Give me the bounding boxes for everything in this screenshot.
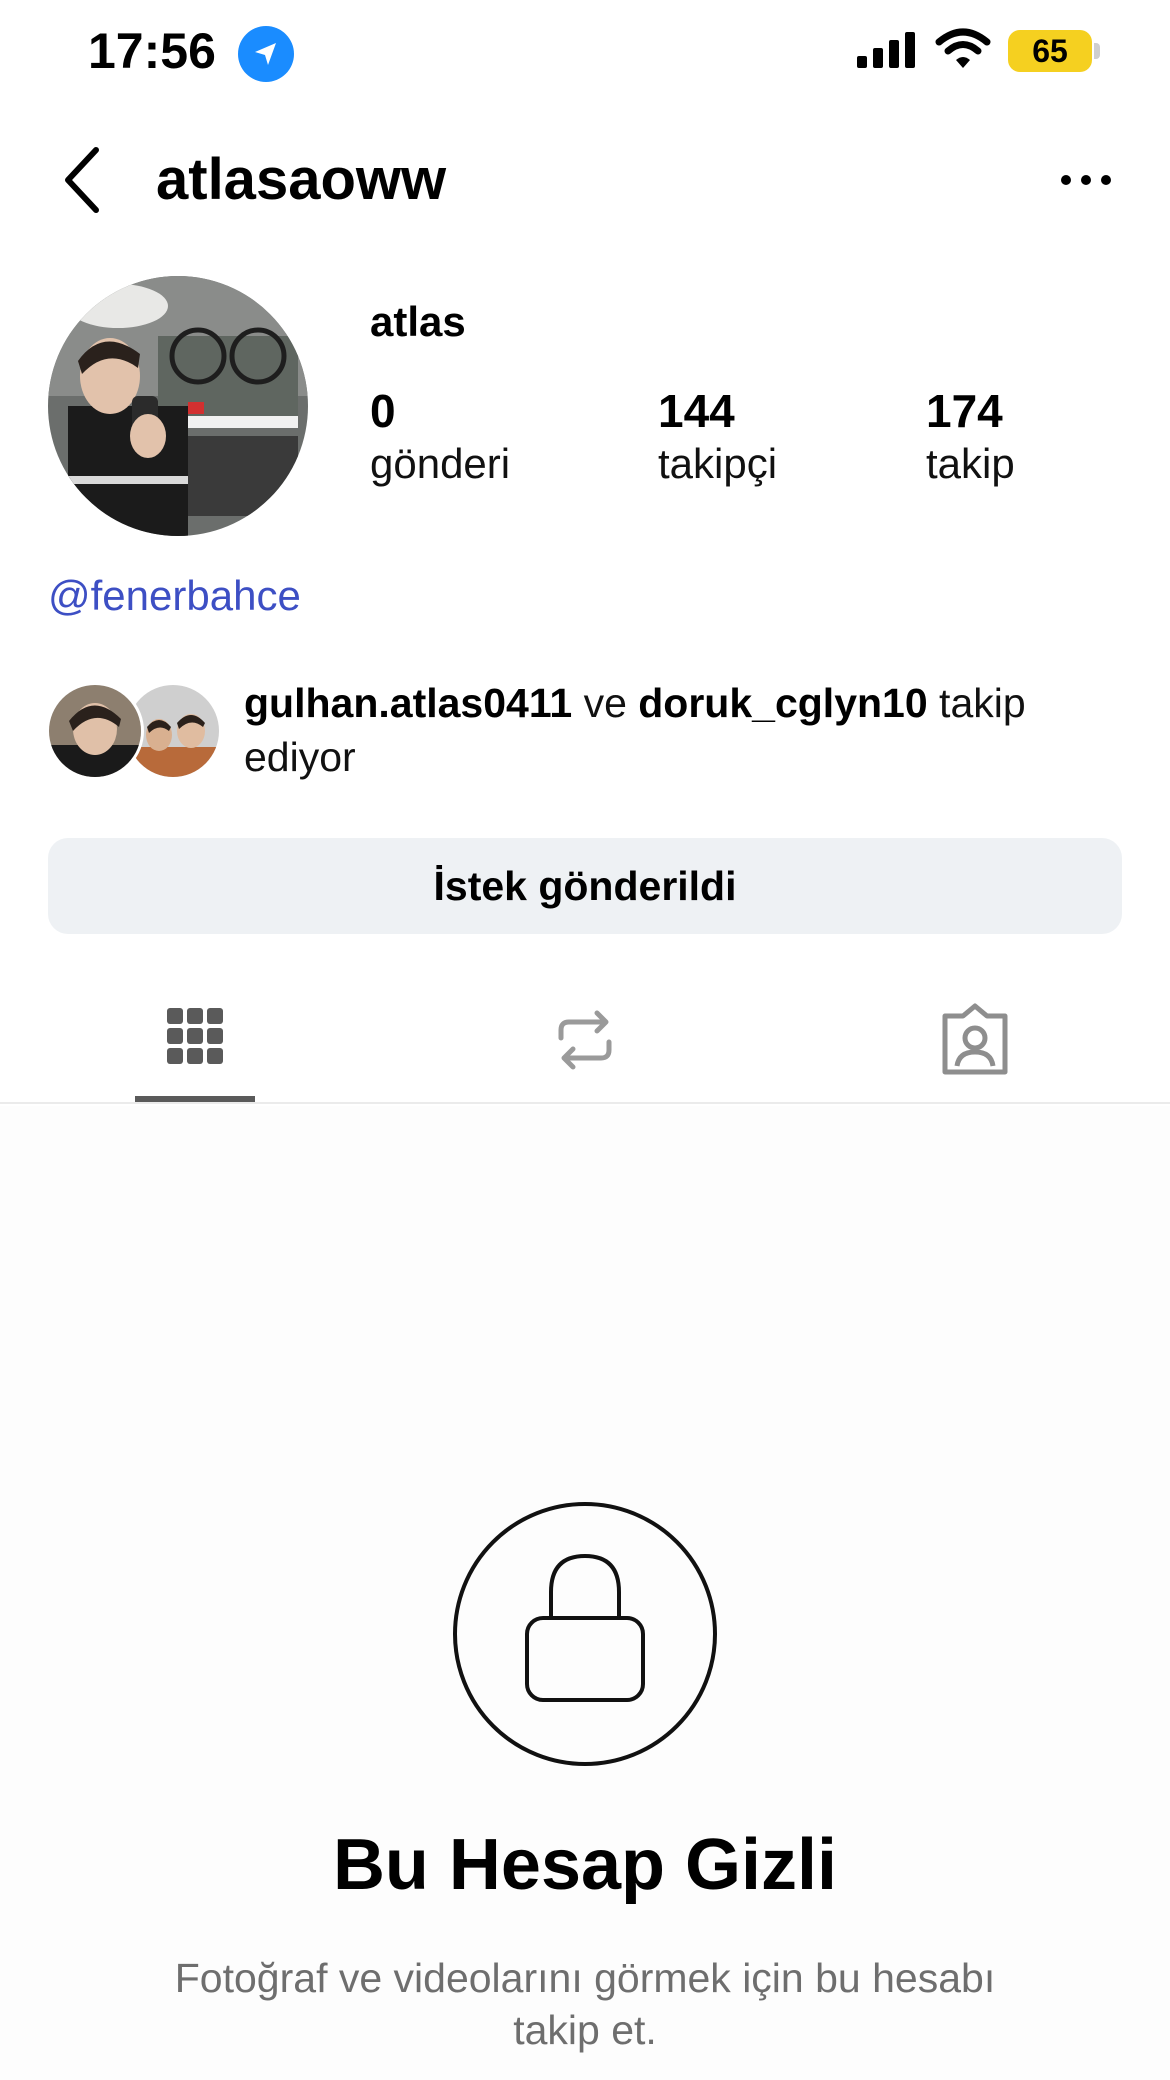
lock-icon [453, 1502, 717, 1766]
more-options-button[interactable] [1058, 170, 1114, 190]
private-account-section: Bu Hesap Gizli Fotoğraf ve videolarını g… [0, 1106, 1170, 2080]
back-button[interactable] [56, 140, 116, 220]
posts-count-value: 0 [370, 385, 396, 437]
mutual-followers-text[interactable]: gulhan.atlas0411 ve doruk_cglyn10 takip … [244, 676, 1134, 784]
chevron-left-icon [65, 147, 99, 213]
grid-icon [167, 1008, 223, 1064]
profile-display-name: atlas [370, 298, 466, 345]
following-count-value: 174 [926, 385, 1003, 437]
tab-tagged[interactable] [915, 1000, 1035, 1080]
mutual-follower-avatar [46, 682, 144, 780]
following-count-label: takip [926, 440, 1015, 487]
status-bar: 17:56 65 [0, 0, 1170, 100]
battery-tip [1094, 43, 1100, 59]
profile-avatar[interactable] [48, 276, 308, 536]
active-tab-indicator [135, 1096, 255, 1102]
followers-count[interactable]: 144 takipçi [658, 384, 777, 488]
mutual-followers-avatars[interactable] [46, 682, 226, 782]
tagged-person-icon [942, 1003, 1008, 1075]
followers-count-value: 144 [658, 385, 735, 437]
bio-mention-link[interactable]: @fenerbahce [48, 572, 301, 620]
wifi-icon [935, 28, 991, 75]
tab-reposts[interactable] [525, 1000, 645, 1080]
followers-count-label: takipçi [658, 440, 778, 487]
repost-icon [558, 1010, 612, 1070]
private-account-title: Bu Hesap Gizli [332, 1825, 838, 1905]
profile-tabbar [0, 980, 1170, 1104]
more-horizontal-icon [1061, 175, 1111, 185]
battery-level: 65 [1032, 33, 1068, 69]
mutual-follower-2[interactable]: doruk_cglyn10 [638, 680, 927, 726]
posts-count-label: gönderi [370, 440, 511, 487]
mutual-connector: ve [572, 680, 639, 726]
location-arrow-icon [238, 26, 294, 82]
battery-icon: 65 [1008, 30, 1092, 72]
following-count[interactable]: 174 takip [926, 384, 1015, 488]
header-username: atlasaoww [156, 147, 447, 212]
status-time: 17:56 [88, 23, 216, 79]
mutual-follower-1[interactable]: gulhan.atlas0411 [244, 680, 572, 726]
cellular-signal-icon [855, 30, 919, 75]
follow-request-sent-button[interactable]: İstek gönderildi [48, 838, 1122, 934]
private-account-description: Fotoğraf ve videolarını görmek için bu h… [174, 1955, 996, 2053]
tab-posts-grid[interactable] [135, 1000, 255, 1080]
posts-count: 0 gönderi [370, 384, 510, 488]
